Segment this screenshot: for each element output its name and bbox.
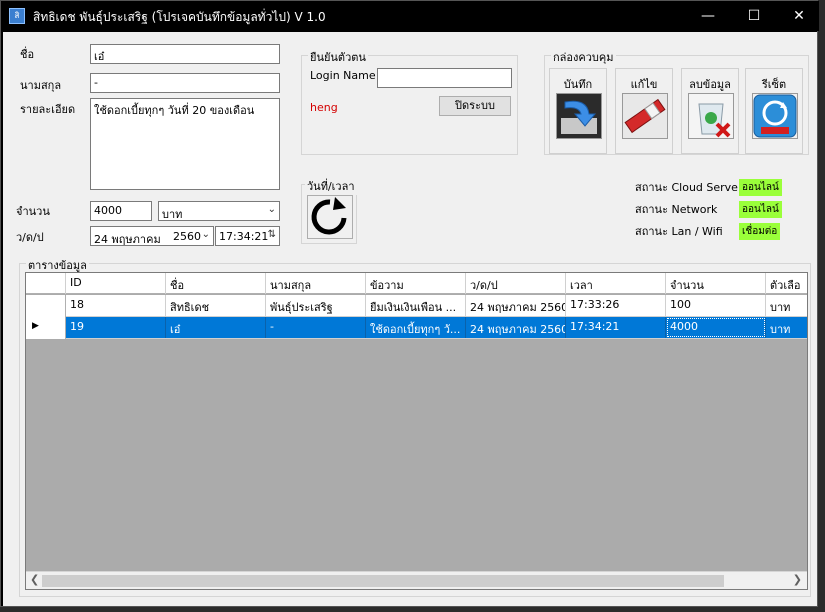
reset-label: รีเซ็ต <box>761 78 787 91</box>
app-window: สิ สิทธิเดช พันธุ์ประเสริฐ (โปรเจคบันทึก… <box>0 0 819 607</box>
time-picker[interactable]: 17:34:21 ⇅ <box>215 226 280 246</box>
table-cell[interactable]: - <box>266 317 366 338</box>
login-input[interactable] <box>377 68 512 88</box>
column-header[interactable]: นามสกุล <box>266 273 366 294</box>
delete-icon <box>688 93 734 139</box>
date-day: 24 <box>94 233 108 246</box>
table-cell[interactable]: สิทธิเดช <box>166 295 266 316</box>
spinner-icon: ⇅ <box>267 229 276 240</box>
control-group-title: กล่องควบคุม <box>551 48 616 66</box>
detail-textarea[interactable]: ใช้ดอกเบี้ยทุกๆ วันที่ 20 ของเดือน <box>90 98 280 190</box>
grid-corner <box>26 273 66 294</box>
close-system-button[interactable]: ปิดระบบ <box>439 96 511 116</box>
grid-header: ID ชื่อ นามสกุล ข้อวาม ว/ด/ป เวลา จำนวน … <box>26 273 807 294</box>
delete-button[interactable]: ลบข้อมูล <box>681 68 739 154</box>
maximize-icon[interactable]: ☐ <box>731 1 777 31</box>
column-header[interactable]: ข้อวาม <box>366 273 466 294</box>
status-panel: สถานะ Cloud Server ออนไลน์ สถานะ Network… <box>627 172 809 242</box>
window-title: สิทธิเดช พันธุ์ประเสริฐ (โปรเจคบันทึกข้อ… <box>33 10 326 24</box>
scroll-left-icon[interactable]: ❮ <box>30 573 39 586</box>
table-cell[interactable]: 17:34:21 <box>566 317 666 338</box>
table-cell[interactable]: พันธุ์ประเสริฐ <box>266 295 366 316</box>
status-cloud-label: สถานะ Cloud Server <box>635 181 743 194</box>
horizontal-scrollbar[interactable]: ❮ ❯ <box>26 571 807 589</box>
unit-value: บาท <box>162 208 183 221</box>
table-cell[interactable]: 19 <box>66 317 166 338</box>
column-header[interactable]: ว/ด/ป <box>466 273 566 294</box>
table-cell[interactable]: 100 <box>666 295 766 316</box>
table-cell[interactable]: 17:33:26 <box>566 295 666 316</box>
row-header[interactable]: ▶ <box>26 317 66 339</box>
row-header[interactable] <box>26 295 66 317</box>
table-cell[interactable]: ยืมเงินเงินเพือน ... <box>366 295 466 316</box>
table-cell-focused[interactable]: 4000 <box>666 317 766 338</box>
table-cell[interactable]: เอ๋ <box>166 317 266 338</box>
datetime-group: วันที่/เวลา <box>301 177 357 244</box>
edit-icon <box>622 93 668 139</box>
table-row-selected[interactable]: ▶ 19 เอ๋ - ใช้ดอกเบี้ยทุกๆ วั... 24 พฤษภ… <box>26 317 807 339</box>
reset-button[interactable]: รีเซ็ต <box>745 68 803 154</box>
table-cell[interactable]: 24 พฤษภาคม 2560 <box>466 317 566 338</box>
table-cell[interactable]: 18 <box>66 295 166 316</box>
scroll-thumb[interactable] <box>42 575 724 587</box>
scroll-right-icon[interactable]: ❯ <box>793 573 802 586</box>
client-area: ชื่อ เอ๋ นามสกุล - รายละเอียด ใช้ดอกเบี้… <box>3 32 817 606</box>
delete-label: ลบข้อมูล <box>689 78 731 91</box>
lastname-input[interactable]: - <box>90 73 280 93</box>
save-icon <box>556 93 602 139</box>
calendar-dropdown-icon: ⌄ <box>201 229 210 240</box>
time-value: 17:34:21 <box>219 230 269 243</box>
user-name-text: heng <box>310 101 338 114</box>
status-network-badge: ออนไลน์ <box>739 201 782 218</box>
unit-select[interactable]: บาท ⌄ <box>158 201 280 221</box>
table-cell[interactable]: บาท <box>766 317 807 338</box>
column-header[interactable]: ตัวเลือ <box>766 273 807 294</box>
auth-group-title: ยืนยันตัวตน <box>308 48 368 66</box>
status-lan-label: สถานะ Lan / Wifi <box>635 225 723 238</box>
column-header[interactable]: ID <box>66 273 166 294</box>
column-header[interactable]: ชื่อ <box>166 273 266 294</box>
minimize-icon[interactable]: — <box>685 1 731 31</box>
refresh-icon <box>311 197 347 235</box>
name-input[interactable]: เอ๋ <box>90 44 280 64</box>
app-icon: สิ <box>9 8 25 24</box>
datetime-group-title: วันที่/เวลา <box>305 177 357 195</box>
name-label: ชื่อ <box>20 48 35 61</box>
chevron-down-icon: ⌄ <box>267 204 276 215</box>
refresh-button[interactable] <box>307 195 353 239</box>
close-icon[interactable]: ✕ <box>776 1 822 31</box>
table-cell[interactable]: ใช้ดอกเบี้ยทุกๆ วั... <box>366 317 466 338</box>
control-group: กล่องควบคุม บันทึก แก้ไข ลบข้อมูล รีเซ็ต <box>544 48 809 155</box>
table-cell[interactable]: 24 พฤษภาคม 2560 <box>466 295 566 316</box>
detail-label: รายละเอียด <box>20 103 76 116</box>
column-header[interactable]: จำนวน <box>666 273 766 294</box>
date-picker[interactable]: 24 พฤษภาคม 2560 ⌄ <box>90 226 214 246</box>
title-bar[interactable]: สิ สิทธิเดช พันธุ์ประเสริฐ (โปรเจคบันทึก… <box>1 1 819 31</box>
login-label: Login Name <box>310 69 376 82</box>
amount-label: จำนวน <box>16 205 50 218</box>
save-button[interactable]: บันทึก <box>549 68 607 154</box>
lastname-label: นามสกุล <box>20 79 62 92</box>
auth-group: ยืนยันตัวตน Login Name heng ปิดระบบ <box>301 48 518 155</box>
column-header[interactable]: เวลา <box>566 273 666 294</box>
data-grid[interactable]: ID ชื่อ นามสกุล ข้อวาม ว/ด/ป เวลา จำนวน … <box>25 272 808 590</box>
row-pointer-icon: ▶ <box>32 321 39 331</box>
amount-input[interactable]: 4000 <box>90 201 152 221</box>
edit-button[interactable]: แก้ไข <box>615 68 673 154</box>
save-label: บันทึก <box>563 78 593 91</box>
reset-icon <box>752 93 798 139</box>
date-year: 2560 <box>173 230 201 243</box>
table-row[interactable]: 18 สิทธิเดช พันธุ์ประเสริฐ ยืมเงินเงินเพ… <box>26 295 807 317</box>
status-lan-badge: เชื่อมต่อ <box>739 223 781 240</box>
edit-label: แก้ไข <box>630 78 658 91</box>
status-network-label: สถานะ Network <box>635 203 718 216</box>
date-label: ว/ด/ป <box>16 231 44 244</box>
status-cloud-badge: ออนไลน์ <box>739 179 782 196</box>
date-month: พฤษภาคม <box>111 233 161 246</box>
table-cell[interactable]: บาท <box>766 295 807 316</box>
